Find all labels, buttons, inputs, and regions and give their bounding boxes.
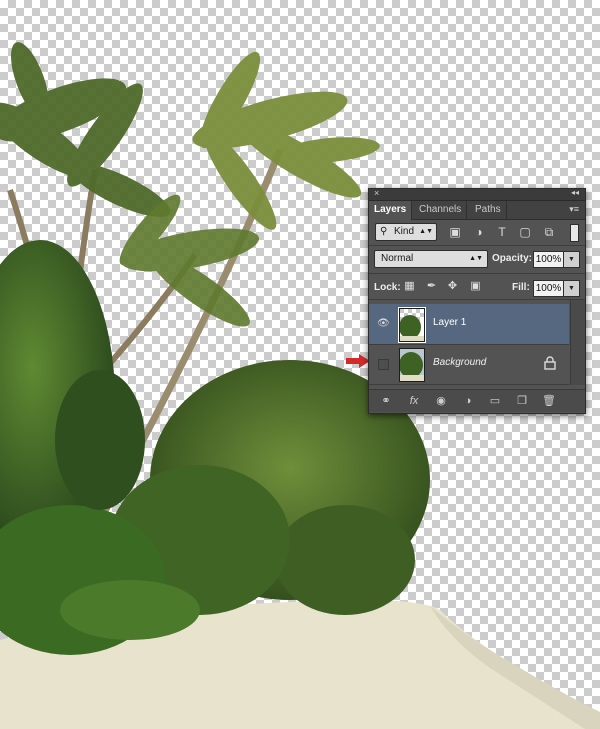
- filter-toggle-switch[interactable]: [570, 224, 579, 242]
- filter-kind-dropdown[interactable]: ⚲ Kind ▲▼: [375, 223, 437, 241]
- blend-mode-dropdown[interactable]: Normal ▲▼: [374, 250, 488, 268]
- fill-label: Fill:: [512, 282, 530, 293]
- opacity-dropdown-icon[interactable]: ▼: [563, 251, 580, 268]
- eye-visibility-icon[interactable]: 👁: [377, 318, 390, 329]
- collapse-panel-icon[interactable]: ◂◂: [571, 188, 579, 197]
- fx-icon[interactable]: fx: [406, 393, 422, 409]
- opacity-field[interactable]: 100%: [533, 251, 564, 268]
- layer-name[interactable]: Layer 1: [433, 317, 466, 328]
- layer-thumbnail: [398, 307, 426, 343]
- tab-channels[interactable]: Channels: [414, 201, 468, 219]
- layers-panel: × ◂◂ Layers Channels Paths ▾≡ ⚲ Kind ▲▼ …: [368, 188, 586, 414]
- image-filter-icon[interactable]: ▣: [448, 225, 462, 239]
- layers-list: 👁 Layer 1 Background: [369, 300, 569, 385]
- lock-position-icon[interactable]: ✥: [446, 280, 459, 293]
- panel-titlebar[interactable]: × ◂◂: [369, 188, 585, 201]
- adjustment-layer-icon[interactable]: ◑: [460, 393, 476, 409]
- opacity-label: Opacity:: [492, 253, 533, 264]
- layers-scrollbar[interactable]: [570, 300, 585, 385]
- divider: [369, 245, 585, 246]
- panel-menu-icon[interactable]: ▾≡: [569, 204, 579, 215]
- layer-thumbnail: [399, 348, 425, 382]
- visibility-box-icon[interactable]: [378, 359, 389, 370]
- tab-layers[interactable]: Layers: [369, 201, 413, 220]
- group-folder-icon[interactable]: ▭: [487, 393, 503, 409]
- lock-label: Lock:: [374, 282, 401, 293]
- add-mask-icon[interactable]: ◉: [433, 393, 449, 409]
- panel-footer: ⚭ fx ◉ ◑ ▭ ❐ 🗑: [369, 389, 585, 412]
- blend-mode-value: Normal: [381, 253, 414, 264]
- updown-arrows-icon: ▲▼: [469, 255, 483, 262]
- tab-paths[interactable]: Paths: [470, 201, 507, 219]
- lock-row: Lock: ▦ ✒ ✥ ▣ Fill: 100% ▼: [369, 275, 585, 299]
- search-icon: ⚲: [380, 226, 388, 237]
- updown-arrows-icon: ▲▼: [419, 228, 433, 235]
- adjustment-filter-icon[interactable]: ◑: [472, 225, 486, 239]
- trash-icon[interactable]: 🗑: [541, 393, 557, 409]
- layer-row-background[interactable]: Background: [369, 344, 569, 385]
- type-filter-icon[interactable]: T: [495, 225, 509, 239]
- lock-all-icon[interactable]: ▣: [469, 280, 482, 293]
- fill-field[interactable]: 100%: [533, 280, 564, 297]
- fill-dropdown-icon[interactable]: ▼: [563, 280, 580, 297]
- filter-row: ⚲ Kind ▲▼ ▣ ◑ T ▢ ⧉: [369, 220, 585, 244]
- layer-row-layer-1[interactable]: 👁 Layer 1: [369, 304, 569, 345]
- panel-tabs: Layers Channels Paths ▾≡: [369, 201, 585, 220]
- close-icon[interactable]: ×: [374, 188, 379, 198]
- lock-image-pixels-icon[interactable]: ✒: [425, 280, 438, 293]
- new-layer-icon[interactable]: ❐: [514, 393, 530, 409]
- blend-row: Normal ▲▼ Opacity: 100% ▼: [369, 247, 585, 271]
- layer-name[interactable]: Background: [433, 357, 486, 368]
- smart-object-filter-icon[interactable]: ⧉: [542, 225, 556, 239]
- layer-lock-icon: [544, 356, 556, 370]
- divider: [369, 273, 585, 274]
- filter-kind-label: Kind: [394, 226, 415, 237]
- link-layers-icon[interactable]: ⚭: [378, 393, 394, 409]
- shape-filter-icon[interactable]: ▢: [518, 225, 532, 239]
- red-pointer-arrow-icon: [346, 354, 370, 368]
- lock-transparent-pixels-icon[interactable]: ▦: [403, 280, 416, 293]
